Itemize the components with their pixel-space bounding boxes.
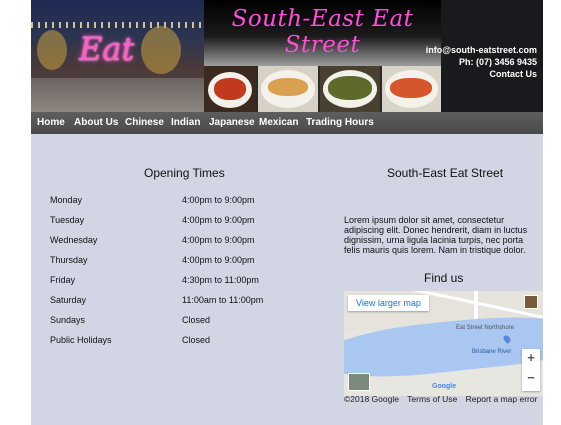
food-photo-2 [258,66,318,112]
day-label: Wednesday [50,235,98,245]
food-photo-3 [320,66,380,112]
day-label: Public Holidays [50,335,112,345]
google-logo: Google [432,383,457,390]
map-copyright: ©2018 Google [344,394,399,404]
title-banner: South-East Eat Street [204,0,441,66]
day-label: Saturday [50,295,87,305]
page: Eat South-East Eat Street info@south-eat… [31,0,543,425]
phone-number: Ph: (07) 3456 9435 [458,57,537,67]
eat-neon-sign: Eat [79,30,135,68]
nav-item-chinese[interactable]: Chinese [125,117,164,128]
hours-value: 4:00pm to 9:00pm [182,255,255,265]
map-street-label: Eat Street Northshore [456,325,515,331]
about-text: Lorem ipsum dolor sit amet, consectetur … [344,215,528,255]
food-photo-1 [204,66,256,112]
nav-item-mexican[interactable]: Mexican [259,117,298,128]
hours-value: 4:30pm to 11:00pm [182,275,259,285]
day-label: Tuesday [50,215,85,225]
hours-value: 4:00pm to 9:00pm [182,235,255,245]
map-footer: ©2018 Google Terms of Use Report a map e… [344,394,543,404]
eat-street-photo: Eat [31,0,204,112]
nav-item-home[interactable]: Home [37,117,65,128]
map-terms-link[interactable]: Terms of Use [407,394,457,404]
contact-us-link[interactable]: Contact Us [426,68,537,80]
main-nav: Home About Us Chinese Indian Japanese Me… [31,112,543,134]
zoom-control: + − [522,349,540,391]
hours-value: 4:00pm to 9:00pm [182,215,255,225]
satellite-toggle-thumbnail[interactable] [348,373,370,391]
pegman-icon[interactable] [524,295,538,309]
hours-value: Closed [182,335,211,345]
zoom-in-button[interactable]: + [522,350,540,365]
day-label: Monday [50,195,83,205]
find-us-heading: Find us [424,271,464,285]
food-photo-strip [204,66,441,112]
nav-item-about-us[interactable]: About Us [74,117,118,128]
opening-times-heading: Opening Times [144,166,225,180]
about-heading: South-East Eat Street [387,166,504,180]
view-larger-map-link[interactable]: View larger map [348,295,429,311]
google-map[interactable]: Eat Street Northshore Brisbane River Vie… [344,291,543,396]
map-report-error-link[interactable]: Report a map error [466,394,538,404]
nav-item-trading-hours[interactable]: Trading Hours [306,117,374,128]
nav-item-indian[interactable]: Indian [171,117,200,128]
site-title: South-East Eat Street [231,6,414,58]
day-label: Sundays [50,315,86,325]
day-label: Thursday [50,255,88,265]
hours-value: Closed [182,315,211,325]
map-river-label: Brisbane River [472,349,512,355]
hours-value: 4:00pm to 9:00pm [182,195,255,205]
hours-value: 11:00am to 11:00pm [182,295,264,305]
day-label: Friday [50,275,76,285]
nav-item-japanese[interactable]: Japanese [209,117,255,128]
zoom-out-button[interactable]: − [522,370,540,385]
contact-block: info@south-eatstreet.com Ph: (07) 3456 9… [426,44,537,80]
email-link[interactable]: info@south-eatstreet.com [426,44,537,56]
site-header: Eat South-East Eat Street info@south-eat… [31,0,543,112]
